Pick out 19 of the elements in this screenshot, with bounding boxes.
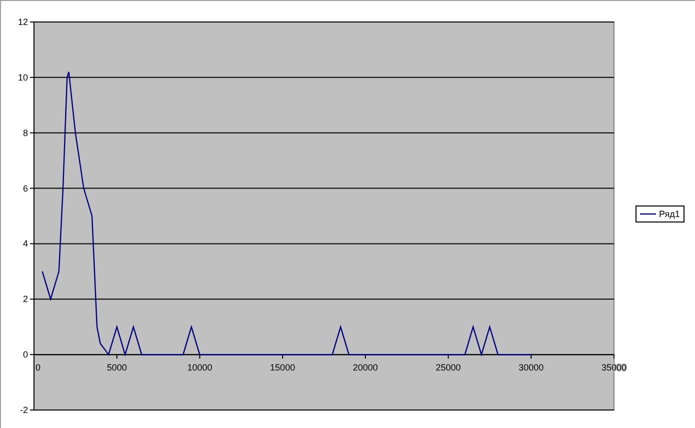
y-tick-label: 4 [22, 238, 28, 249]
y-tick-label: 10 [18, 72, 28, 82]
x-tick-label: 5000 [106, 362, 127, 373]
x-tick-label: 10000 [187, 362, 212, 373]
x-tick-label: 30000 [518, 362, 544, 373]
y-tick-label: 12 [18, 17, 28, 27]
legend-line-icon [640, 213, 656, 215]
legend-box [636, 206, 684, 222]
x-tick-label: 35000 [601, 362, 627, 373]
x-tick-label: 20000 [352, 362, 378, 373]
y-tick-label: 0 [22, 350, 28, 360]
y-tick-label: 2 [22, 294, 28, 304]
x-tick-label: 25000 [436, 362, 461, 373]
y-tick-label: -2 [20, 405, 28, 415]
x-tick-label: 0 [36, 362, 40, 373]
y-tick-label: 8 [22, 128, 28, 138]
y-tick-label: 6 [22, 183, 28, 194]
legend-label: Ряд1 [659, 209, 680, 219]
x-tick-label: 15000 [270, 362, 296, 373]
